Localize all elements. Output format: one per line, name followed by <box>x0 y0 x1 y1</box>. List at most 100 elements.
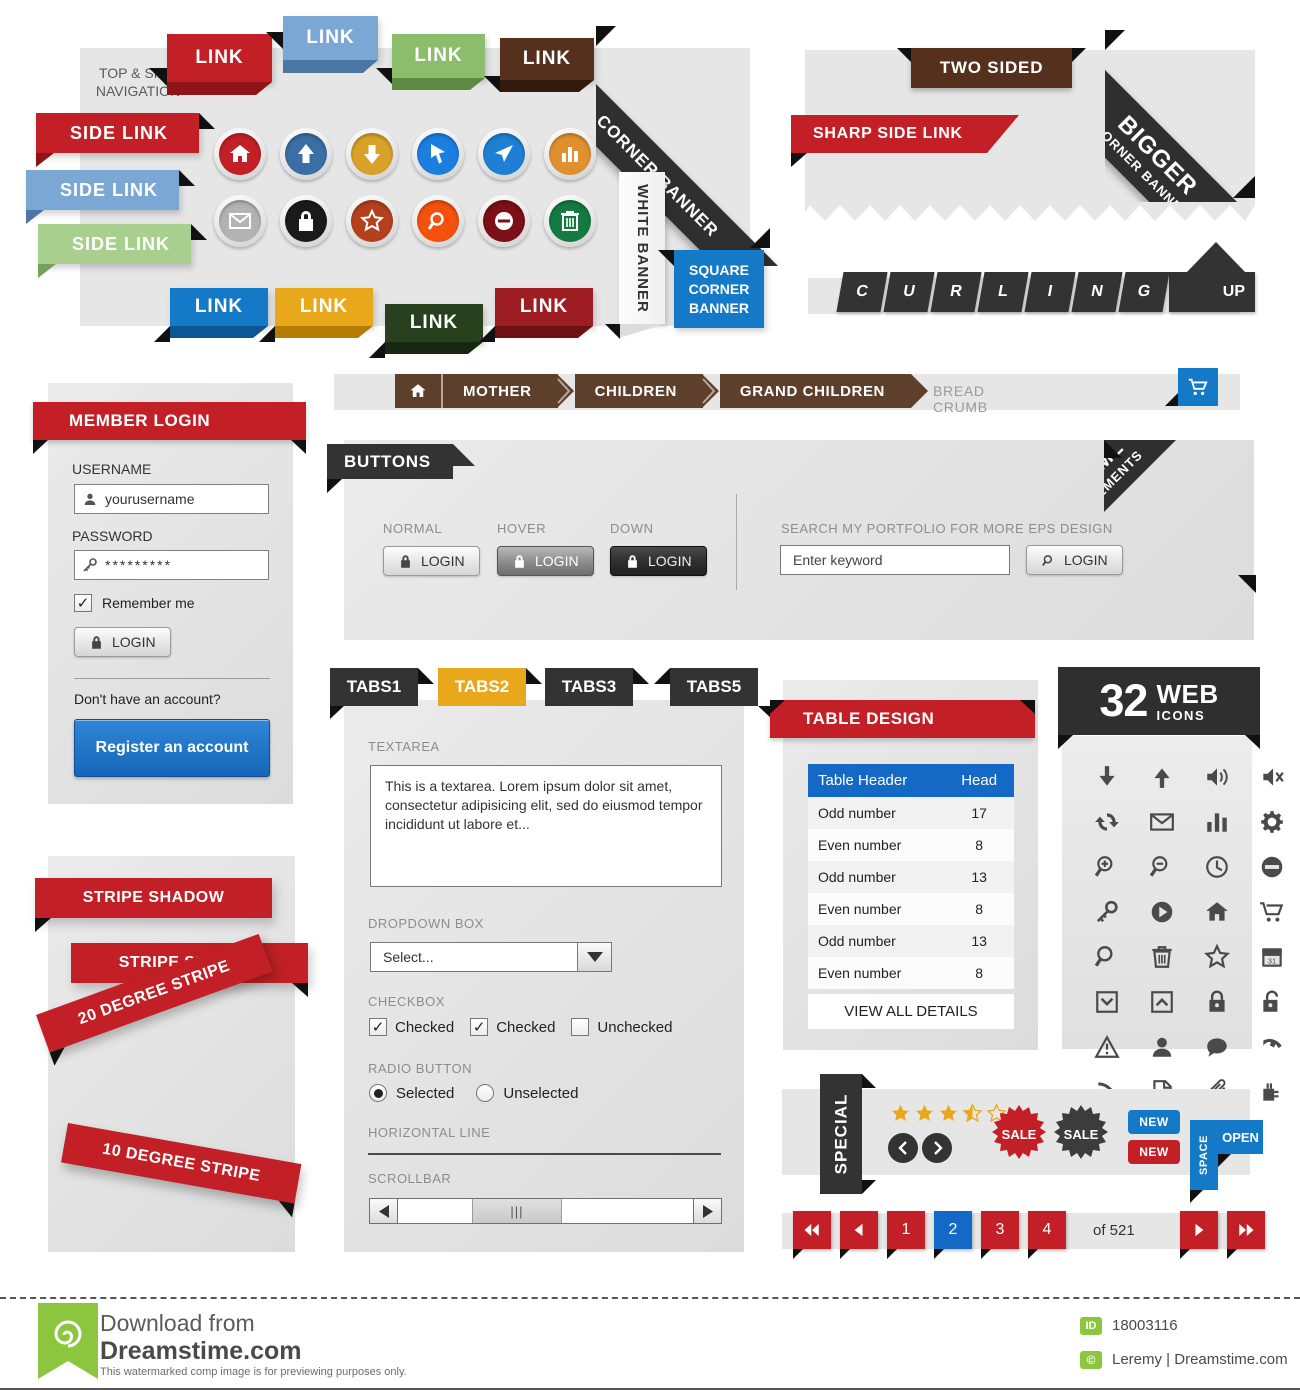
table-row[interactable]: Odd number 13 <box>808 925 1014 957</box>
volume-mute-icon[interactable] <box>1255 760 1289 794</box>
pagination-last-button[interactable] <box>1226 1211 1265 1259</box>
hover-login-button[interactable]: LOGIN <box>497 546 594 576</box>
top-link-1[interactable]: LINK <box>149 34 272 95</box>
circle-button-upload[interactable] <box>280 128 332 180</box>
checkbox-item[interactable]: Unchecked <box>571 1018 672 1036</box>
sharp-side-link[interactable]: SHARP SIDE LINK <box>791 115 1019 167</box>
plug-icon[interactable] <box>1255 1075 1289 1109</box>
side-link-3[interactable]: SIDE LINK <box>38 224 207 278</box>
checkbox-3[interactable] <box>571 1018 590 1036</box>
search-icon[interactable] <box>1090 940 1124 974</box>
sale-badge-dark[interactable]: SALE <box>1050 1104 1112 1166</box>
bottom-link-4[interactable]: LINK <box>479 288 593 342</box>
circle-button-block[interactable] <box>478 195 530 247</box>
table-row[interactable]: Even number 8 <box>808 957 1014 989</box>
pagination-next-button[interactable] <box>1179 1211 1218 1259</box>
tab-2[interactable]: TABS2 <box>438 668 542 706</box>
chevron-down-icon[interactable] <box>577 943 611 971</box>
gear-icon[interactable] <box>1255 805 1289 839</box>
side-link-1[interactable]: SIDE LINK <box>36 113 215 167</box>
circle-button-mail[interactable] <box>214 195 266 247</box>
table-row[interactable]: Odd number 17 <box>808 797 1014 829</box>
circle-button-star[interactable] <box>346 195 398 247</box>
radio-item[interactable]: Selected <box>369 1084 454 1102</box>
bottom-link-2[interactable]: LINK <box>259 288 373 342</box>
top-link-4[interactable]: LINK <box>484 38 594 92</box>
download-icon[interactable] <box>1090 760 1124 794</box>
volume-on-icon[interactable] <box>1200 760 1234 794</box>
pagination-prev-button[interactable] <box>840 1211 878 1259</box>
cart-icon[interactable] <box>1255 895 1289 929</box>
sale-badge-red[interactable]: SALE <box>988 1104 1050 1166</box>
dropdown-box[interactable]: Select... <box>370 942 612 972</box>
top-link-3[interactable]: LINK <box>376 34 485 90</box>
star-icon[interactable] <box>1200 940 1234 974</box>
upload-icon[interactable] <box>1145 760 1179 794</box>
circle-button-cursor[interactable] <box>412 128 464 180</box>
trash-icon[interactable] <box>1145 940 1179 974</box>
table-row[interactable]: Even number 8 <box>808 893 1014 925</box>
breadcrumb-home[interactable] <box>395 374 441 408</box>
play-icon[interactable] <box>1145 895 1179 929</box>
tab-1[interactable]: TABS1 <box>330 668 434 719</box>
unlock-icon[interactable] <box>1255 985 1289 1019</box>
register-button[interactable]: Register an account <box>74 719 270 777</box>
radio-selected[interactable] <box>369 1084 387 1102</box>
new-badge-red[interactable]: NEW <box>1128 1140 1180 1164</box>
white-banner[interactable]: WHITE BANNER <box>619 172 665 324</box>
home-icon[interactable] <box>1200 895 1234 929</box>
tab-3[interactable]: TABS3 <box>545 668 649 706</box>
breadcrumb-item-mother[interactable]: MOTHER <box>443 374 574 408</box>
side-link-2[interactable]: SIDE LINK <box>26 170 195 224</box>
circle-button-lock[interactable] <box>280 195 332 247</box>
password-input[interactable]: ********* <box>74 550 269 580</box>
checkbox-2[interactable]: ✓ <box>470 1018 489 1036</box>
refresh-icon[interactable] <box>1090 805 1124 839</box>
top-link-2[interactable]: LINK <box>266 16 378 73</box>
pagination-page-2[interactable]: 2 <box>934 1211 972 1259</box>
checkbox-1[interactable]: ✓ <box>369 1018 387 1036</box>
warning-icon[interactable] <box>1090 1030 1124 1064</box>
remember-me-row[interactable]: ✓ Remember me <box>74 594 195 612</box>
new-badge-blue[interactable]: NEW <box>1128 1110 1180 1134</box>
pagination-first-button[interactable] <box>793 1211 831 1259</box>
bar-chart-icon[interactable] <box>1200 805 1234 839</box>
bottom-link-3[interactable]: LINK <box>369 304 483 358</box>
cart-button[interactable] <box>1178 368 1218 406</box>
zoom-out-icon[interactable] <box>1145 850 1179 884</box>
tab-4[interactable]: TABS5 <box>654 668 772 719</box>
user-icon[interactable] <box>1145 1030 1179 1064</box>
lock-icon[interactable] <box>1200 985 1234 1019</box>
search-input[interactable]: Enter keyword <box>780 545 1010 575</box>
pagination-page-3[interactable]: 3 <box>981 1211 1019 1259</box>
two-sided-banner[interactable]: TWO SIDED <box>897 48 1086 88</box>
scrollbar-track-left[interactable] <box>398 1199 472 1223</box>
circle-button-chart[interactable] <box>544 128 596 180</box>
calendar-icon[interactable]: 31 <box>1255 940 1289 974</box>
mail-icon[interactable] <box>1145 805 1179 839</box>
table-row[interactable]: Odd number 13 <box>808 861 1014 893</box>
circle-button-home[interactable] <box>214 128 266 180</box>
breadcrumb-item-children[interactable]: CHILDREN <box>574 374 719 408</box>
phone-icon[interactable] <box>1255 1030 1289 1064</box>
radio-item[interactable]: Unselected <box>476 1084 578 1102</box>
stripe-shadow-1[interactable]: STRIPE SHADOW <box>35 878 272 932</box>
scrollbar-track-right[interactable] <box>562 1199 693 1223</box>
carousel-prev-button[interactable] <box>888 1133 918 1163</box>
normal-login-button[interactable]: LOGIN <box>383 546 480 576</box>
key-icon[interactable] <box>1090 895 1124 929</box>
radio-unselected[interactable] <box>476 1084 495 1102</box>
remember-me-checkbox[interactable]: ✓ <box>74 594 92 612</box>
scrollbar-thumb[interactable]: ||| <box>472 1199 562 1223</box>
pagination-page-4[interactable]: 4 <box>1028 1211 1066 1259</box>
square-corner-banner[interactable]: SQUARE CORNER BANNER <box>674 250 764 328</box>
scrollbar-left-arrow[interactable] <box>370 1199 398 1223</box>
chevron-down-box-icon[interactable] <box>1090 985 1124 1019</box>
bottom-link-1[interactable]: LINK <box>154 288 268 342</box>
checkbox-item[interactable]: ✓ Checked <box>470 1018 555 1036</box>
circle-button-download[interactable] <box>346 128 398 180</box>
pagination-page-1[interactable]: 1 <box>887 1211 925 1259</box>
view-all-details-button[interactable]: VIEW ALL DETAILS <box>808 994 1014 1029</box>
clock-icon[interactable] <box>1200 850 1234 884</box>
down-login-button[interactable]: LOGIN <box>610 546 707 576</box>
